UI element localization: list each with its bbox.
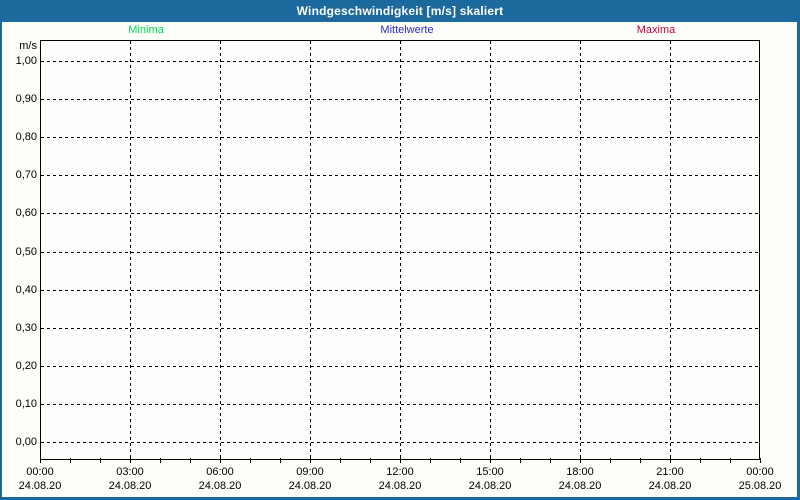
x-axis-time-label: 15:00 (450, 466, 530, 478)
x-axis-minor-tick (70, 458, 71, 463)
x-axis-date-label: 24.08.20 (450, 480, 530, 492)
y-axis-tick-label: 0,90 (0, 93, 37, 105)
x-axis-minor-tick (520, 458, 521, 463)
x-axis-minor-tick (370, 458, 371, 463)
x-gridline (220, 41, 221, 459)
x-gridline (310, 41, 311, 459)
x-axis-minor-tick (670, 458, 671, 463)
window-titlebar: Windgeschwindigkeit [m/s] skaliert (0, 0, 800, 22)
x-axis-minor-tick (310, 458, 311, 463)
x-gridline (580, 41, 581, 459)
x-axis-minor-tick (100, 458, 101, 463)
x-axis-minor-tick (580, 458, 581, 463)
legend-label-minima: Minima (128, 24, 163, 36)
x-axis-minor-tick (340, 458, 341, 463)
x-axis-date-label: 24.08.20 (0, 480, 80, 492)
x-axis-time-label: 03:00 (90, 466, 170, 478)
plot-area (40, 40, 760, 460)
x-axis-minor-tick (610, 458, 611, 463)
x-axis-date-label: 24.08.20 (90, 480, 170, 492)
x-gridline (400, 41, 401, 459)
x-axis-date-label: 25.08.20 (720, 480, 800, 492)
x-axis-time-label: 12:00 (360, 466, 440, 478)
x-axis-time-label: 18:00 (540, 466, 620, 478)
x-axis-minor-tick (400, 458, 401, 463)
x-axis-date-label: 24.08.20 (630, 480, 710, 492)
window-border-left (0, 0, 2, 500)
x-axis-time-label: 06:00 (180, 466, 260, 478)
x-axis-minor-tick (430, 458, 431, 463)
x-gridline (490, 41, 491, 459)
x-axis-minor-tick (700, 458, 701, 463)
y-axis-tick-label: 0,10 (0, 398, 37, 410)
legend-label-mittelwerte: Mittelwerte (380, 24, 433, 36)
x-axis-time-label: 00:00 (0, 466, 80, 478)
y-axis-tick-label: 0,30 (0, 322, 37, 334)
y-axis-tick-label: 1,00 (0, 55, 37, 67)
chart-title: Windgeschwindigkeit [m/s] skaliert (297, 4, 504, 18)
legend-label-maxima: Maxima (637, 24, 676, 36)
x-axis-date-label: 24.08.20 (360, 480, 440, 492)
x-axis-time-label: 09:00 (270, 466, 350, 478)
x-gridline (670, 41, 671, 459)
x-gridline (130, 41, 131, 459)
x-axis-minor-tick (460, 458, 461, 463)
y-axis-tick-label: 0,00 (0, 436, 37, 448)
y-axis-tick-label: 0,20 (0, 360, 37, 372)
x-axis-time-label: 21:00 (630, 466, 710, 478)
chart-window: Windgeschwindigkeit [m/s] skaliert Minim… (0, 0, 800, 500)
x-axis-date-label: 24.08.20 (540, 480, 620, 492)
x-axis-time-label: 00:00 (720, 466, 800, 478)
y-axis-tick-label: 0,80 (0, 131, 37, 143)
y-axis-tick-label: 0,40 (0, 284, 37, 296)
x-axis-minor-tick (760, 458, 761, 463)
y-axis-tick-label: 0,50 (0, 246, 37, 258)
x-axis-date-label: 24.08.20 (270, 480, 350, 492)
x-axis-minor-tick (550, 458, 551, 463)
x-axis-minor-tick (250, 458, 251, 463)
x-axis-minor-tick (640, 458, 641, 463)
x-axis-minor-tick (130, 458, 131, 463)
x-axis-minor-tick (730, 458, 731, 463)
x-axis-minor-tick (220, 458, 221, 463)
x-axis-minor-tick (40, 458, 41, 463)
x-axis-minor-tick (280, 458, 281, 463)
x-axis-minor-tick (160, 458, 161, 463)
x-axis-date-label: 24.08.20 (180, 480, 260, 492)
y-axis-tick-label: 0,70 (0, 169, 37, 181)
y-axis-unit-label: m/s (0, 40, 37, 52)
y-axis-tick-label: 0,60 (0, 207, 37, 219)
x-axis-minor-tick (190, 458, 191, 463)
x-axis-minor-tick (490, 458, 491, 463)
